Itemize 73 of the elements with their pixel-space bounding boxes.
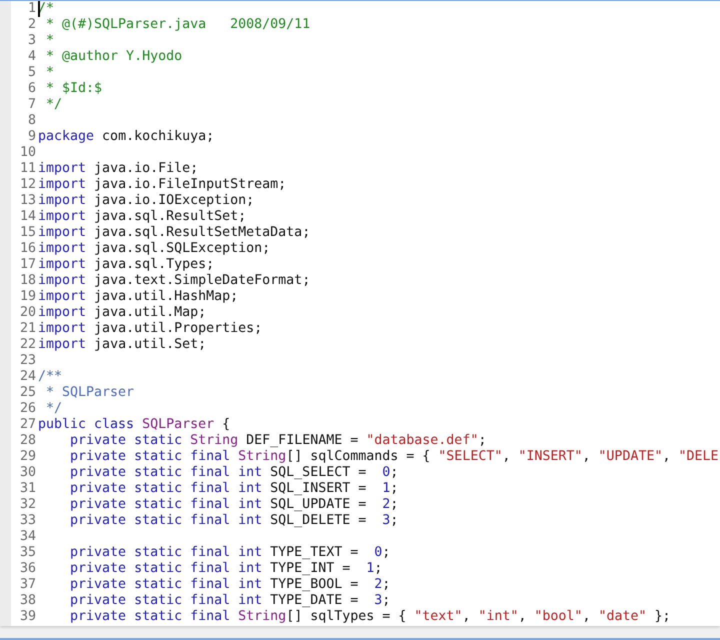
line-number: 12 (18, 177, 37, 193)
code-line: private static final int TYPE_TEXT = 0; (69, 545, 390, 561)
line-number: 5 (26, 65, 37, 81)
code-line: import java.io.File; (38, 161, 198, 177)
line-number: 31 (18, 481, 37, 497)
code-line: private static final int TYPE_DATE = 3; (69, 593, 390, 609)
line-number: 10 (18, 145, 37, 161)
code-line: package com.kochikuya; (38, 129, 214, 145)
code-line: * SQLParser (45, 385, 134, 401)
line-number: 26 (18, 401, 37, 417)
code-line: private static final int TYPE_BOOL = 2; (69, 577, 390, 593)
line-number: 15 (18, 225, 37, 241)
code-line: import java.text.SimpleDateFormat; (38, 273, 310, 289)
code-line: import java.util.Properties; (38, 321, 262, 337)
line-number: 23 (18, 353, 37, 369)
line-number: 18 (18, 273, 37, 289)
line-number: 33 (18, 513, 37, 529)
line-number: 2 (26, 17, 37, 33)
line-number: 32 (18, 497, 37, 513)
code-line: import java.io.IOException; (38, 193, 254, 209)
code-line: import java.util.Set; (38, 337, 206, 353)
line-number: 7 (26, 97, 37, 113)
line-number: 27 (18, 417, 37, 433)
code-line: import java.sql.ResultSetMetaData; (38, 225, 310, 241)
code-line: * (45, 33, 54, 49)
line-number: 30 (18, 465, 37, 481)
code-line: public class SQLParser { (38, 417, 230, 433)
line-number: 13 (18, 193, 37, 209)
line-number: 25 (18, 385, 37, 401)
code-line: private static final String[] sqlCommands = { "SELECT", "INSERT", "UPDATE", "DELE (69, 449, 719, 465)
code-line: import java.sql.SQLException; (38, 241, 270, 257)
code-line: import java.sql.Types; (38, 257, 214, 273)
line-number: 11 (18, 161, 37, 177)
line-number: 19 (18, 289, 37, 305)
code-line: import java.util.Map; (38, 305, 206, 321)
line-number: 28 (18, 433, 37, 449)
code-line: import java.sql.ResultSet; (38, 209, 246, 225)
code-line: private static final String[] sqlTypes = { "text", "int", "bool", "date" }; (69, 609, 671, 625)
line-number: 36 (18, 561, 37, 577)
code-line: */ (45, 97, 62, 113)
code-line: private static final int SQL_SELECT = 0; (69, 465, 398, 481)
code-line: * $Id:$ (45, 81, 102, 97)
line-number: 1 (26, 1, 37, 17)
line-number: 35 (18, 545, 37, 561)
line-number: 6 (26, 81, 37, 97)
line-number: 29 (18, 449, 37, 465)
code-line: import java.util.HashMap; (38, 289, 238, 305)
line-number: 38 (18, 593, 37, 609)
line-number: 8 (26, 113, 37, 129)
code-line: import java.io.FileInputStream; (38, 177, 286, 193)
code-line: */ (45, 401, 62, 417)
line-number: 39 (18, 609, 37, 625)
line-number: 21 (18, 321, 37, 337)
line-number: 4 (26, 49, 37, 65)
line-number: 9 (26, 129, 37, 145)
code-line: private static final int TYPE_INT = 1; (69, 561, 382, 577)
code-line: /** (38, 369, 62, 385)
code-line: private static final int SQL_INSERT = 1; (69, 481, 398, 497)
line-number: 37 (18, 577, 37, 593)
line-number: 34 (18, 529, 37, 545)
code-line: private static final int SQL_UPDATE = 2; (69, 497, 398, 513)
code-line: private static String DEF_FILENAME = "database.def"; (69, 433, 486, 449)
line-number: 17 (18, 257, 37, 273)
code-line: * @author Y.Hyodo (45, 49, 182, 65)
line-number: 16 (18, 241, 37, 257)
line-number: 3 (26, 33, 37, 49)
line-number: 22 (18, 337, 37, 353)
code-line: * @(#)SQLParser.java 2008/09/11 (45, 17, 310, 33)
code-line: * (45, 65, 54, 81)
code-line: private static final int SQL_DELETE = 3; (69, 513, 398, 529)
line-number: 14 (18, 209, 37, 225)
line-number: 20 (18, 305, 37, 321)
line-number: 24 (18, 369, 37, 385)
